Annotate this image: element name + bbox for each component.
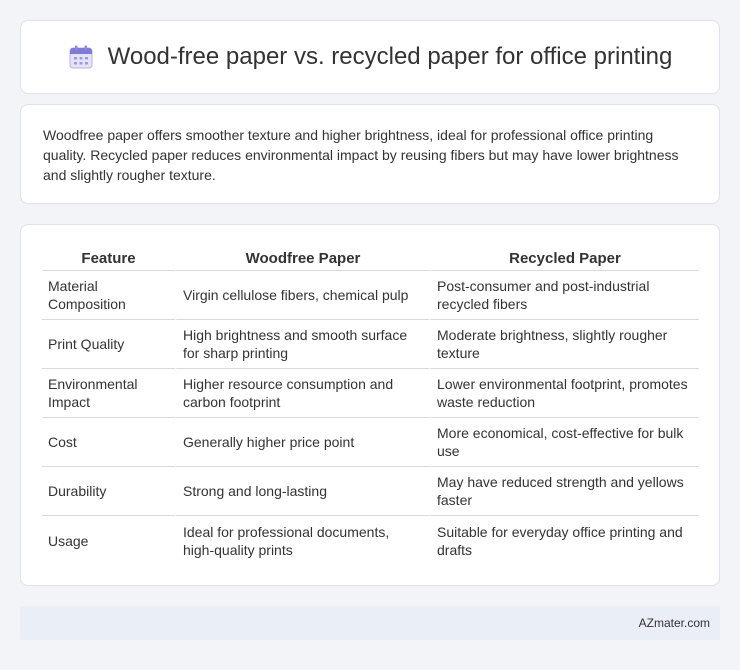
title-card: Wood-free paper vs. recycled paper for o… [20, 20, 720, 94]
column-header-woodfree: Woodfree Paper [175, 245, 429, 271]
table-row: Cost Generally higher price point More e… [42, 418, 699, 467]
recycled-cell: May have reduced strength and yellows fa… [429, 467, 699, 516]
recycled-cell: More economical, cost-effective for bulk… [429, 418, 699, 467]
recycled-cell: Suitable for everyday office printing an… [429, 516, 699, 565]
woodfree-cell: Virgin cellulose fibers, chemical pulp [175, 271, 429, 320]
feature-cell: Usage [48, 532, 89, 549]
woodfree-cell: Generally higher price point [175, 418, 429, 467]
feature-cell: Cost [42, 418, 175, 467]
table-row: Durability Strong and long-lasting May h… [42, 467, 699, 516]
woodfree-cell: Ideal for professional documents, high-q… [175, 516, 429, 565]
description-card: Woodfree paper offers smoother texture a… [20, 104, 720, 204]
table-row: Print Quality High brightness and smooth… [42, 320, 699, 369]
woodfree-cell: High brightness and smooth surface for s… [175, 320, 429, 369]
table-header-row: Feature Woodfree Paper Recycled Paper [42, 245, 699, 271]
footer: AZmater.com [20, 606, 720, 640]
calendar-icon [68, 44, 94, 70]
description-text: Woodfree paper offers smoother texture a… [43, 127, 679, 183]
woodfree-cell: Higher resource consumption and carbon f… [175, 369, 429, 418]
table-row: Environmental Impact Higher resource con… [42, 369, 699, 418]
recycled-cell: Lower environmental footprint, promotes … [429, 369, 699, 418]
column-header-feature: Feature [42, 245, 175, 271]
table-row: Material Composition Virgin cellulose fi… [42, 271, 699, 320]
column-header-recycled: Recycled Paper [429, 245, 699, 271]
comparison-table: Feature Woodfree Paper Recycled Paper Ma… [42, 245, 699, 565]
feature-cell: Material Composition [42, 271, 175, 320]
comparison-table-card: Feature Woodfree Paper Recycled Paper Ma… [20, 224, 720, 586]
woodfree-cell: Strong and long-lasting [175, 467, 429, 516]
table-row: Usage Ideal for professional documents, … [42, 516, 699, 565]
feature-cell: Print Quality [42, 320, 175, 369]
feature-cell: Durability [42, 467, 175, 516]
feature-cell: Environmental Impact [42, 369, 175, 418]
recycled-cell: Post-consumer and post-industrial recycl… [429, 271, 699, 320]
recycled-cell: Moderate brightness, slightly rougher te… [429, 320, 699, 369]
footer-brand: AZmater.com [638, 616, 710, 630]
page-title: Wood-free paper vs. recycled paper for o… [107, 43, 673, 70]
